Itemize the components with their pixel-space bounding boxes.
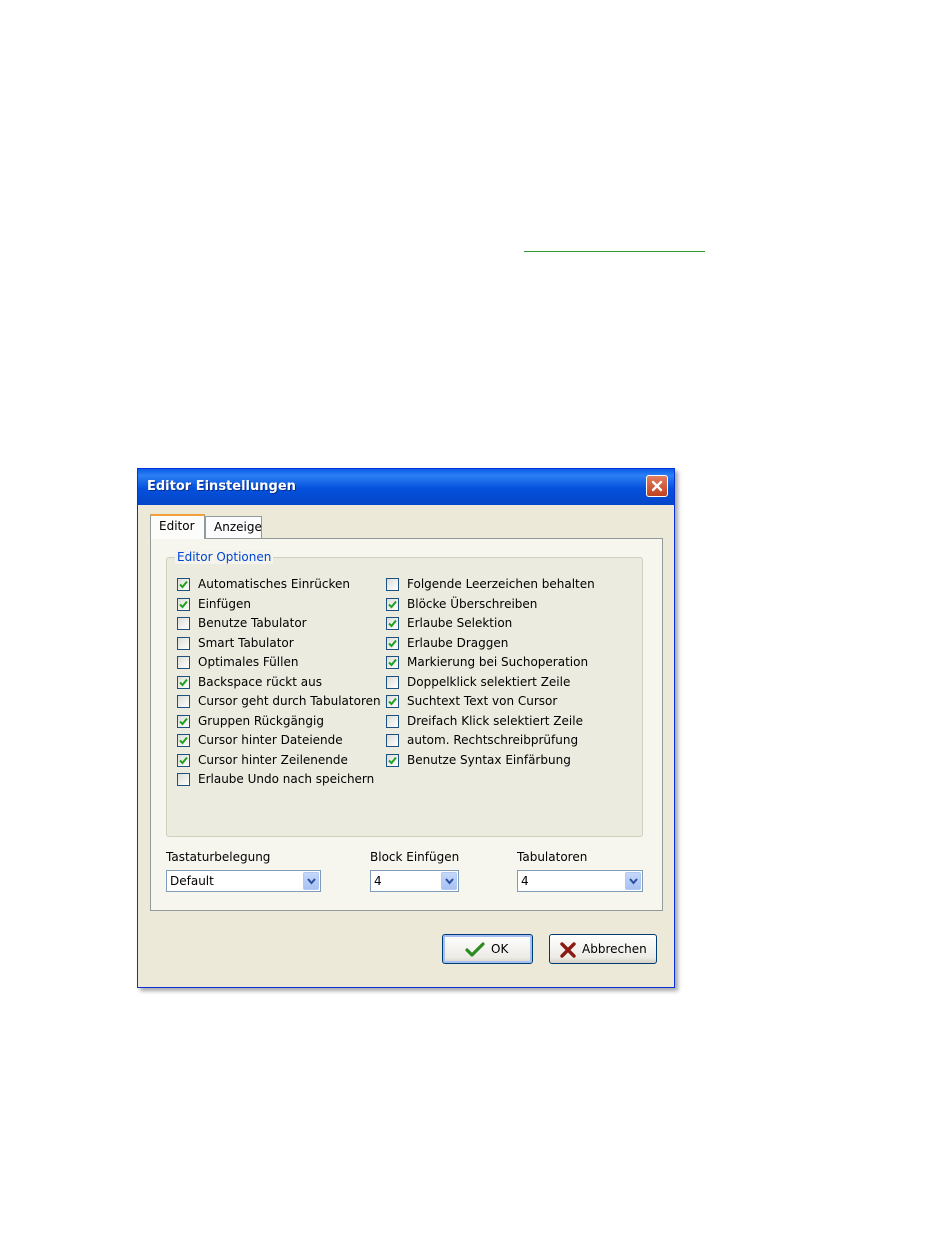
group-title: Editor Optionen (175, 550, 274, 564)
checkbox-unchecked[interactable] (177, 656, 190, 669)
checkbox-checked[interactable] (177, 753, 190, 767)
check-icon (179, 600, 188, 608)
option-label: Erlaube Undo nach speichern (198, 772, 375, 786)
ok-label: OK (491, 942, 509, 956)
keymap-select[interactable]: Default (166, 870, 321, 892)
close-icon (651, 480, 663, 492)
option-label: Folgende Leerzeichen behalten (407, 577, 595, 591)
checkbox-unchecked[interactable] (386, 714, 399, 728)
tabs-width-label: Tabulatoren (517, 850, 588, 864)
chevron-down-icon (445, 878, 454, 885)
checkbox-checked[interactable] (386, 597, 399, 611)
option-label: Smart Tabulator (198, 635, 294, 650)
close-button[interactable] (646, 475, 668, 497)
tabs-width-select[interactable]: 4 (517, 870, 643, 892)
tabs-width-dropdown-button[interactable] (625, 872, 641, 890)
block-indent-value: 4 (374, 874, 382, 888)
check-icon (179, 678, 188, 686)
option-label: Markierung bei Suchoperation (407, 655, 589, 669)
keymap-dropdown-button[interactable] (303, 872, 319, 890)
check-icon (388, 697, 397, 706)
checkbox-unchecked[interactable] (177, 695, 190, 708)
checkbox-checked[interactable] (177, 578, 190, 591)
check-icon (179, 580, 188, 589)
tabs-width-value: 4 (521, 874, 529, 888)
checkbox-checked[interactable] (177, 734, 190, 747)
green-underline-link (524, 251, 705, 252)
option-label: Doppelklick selektiert Zeile (407, 674, 571, 689)
check-icon (388, 600, 397, 608)
option-label: Cursor geht durch Tabulatoren (198, 694, 381, 708)
block-indent-dropdown-button[interactable] (441, 872, 457, 890)
check-icon (179, 717, 188, 725)
tab-anzeige-label: Anzeige (214, 520, 262, 534)
option-label: Benutze Tabulator (198, 616, 307, 630)
option-label: Blöcke Überschreiben (407, 596, 538, 611)
check-icon (388, 658, 397, 667)
check-icon (179, 756, 188, 764)
cancel-label: Abbrechen (582, 942, 647, 956)
checkbox-unchecked[interactable] (386, 675, 399, 689)
block-indent-select[interactable]: 4 (370, 870, 459, 892)
checkbox-checked[interactable] (177, 714, 190, 728)
checkbox-checked[interactable] (386, 636, 399, 650)
red-x-icon (560, 942, 576, 958)
tab-editor-label: Editor (159, 519, 195, 533)
option-label: Automatisches Einrücken (198, 577, 351, 591)
chevron-down-icon (629, 878, 638, 885)
option-label: Erlaube Selektion (407, 616, 513, 630)
checkbox-checked[interactable] (386, 753, 399, 767)
checkbox-unchecked[interactable] (177, 636, 190, 650)
option-label: Backspace rückt aus (198, 674, 322, 689)
title-bar[interactable]: Editor Einstellungen (138, 469, 674, 505)
editor-tab-panel: Editor Optionen Automatisches Einrücken E… (150, 538, 663, 911)
ok-button[interactable]: OK (442, 934, 533, 964)
option-label: Suchtext Text von Cursor (407, 694, 558, 708)
checkmark-icon (465, 942, 485, 957)
editor-settings-dialog: Editor Einstellungen Editor Anzeige Edit… (137, 468, 675, 988)
tab-editor[interactable]: Editor (150, 514, 205, 539)
option-label: Einfügen (198, 596, 251, 611)
option-label: Optimales Füllen (198, 655, 299, 669)
chevron-down-icon (307, 878, 316, 885)
checkbox-checked[interactable] (386, 617, 399, 630)
check-icon (388, 639, 397, 647)
dialog-title: Editor Einstellungen (147, 479, 296, 494)
checkbox-checked[interactable] (386, 656, 399, 669)
tab-anzeige[interactable]: Anzeige (205, 516, 262, 538)
checkbox-unchecked[interactable] (386, 578, 399, 591)
option-label: Erlaube Draggen (407, 635, 509, 650)
check-icon (179, 736, 188, 745)
check-icon (388, 756, 397, 764)
editor-options-group: Editor Optionen Automatisches Einrücken E… (166, 550, 643, 837)
option-label: Dreifach Klick selektiert Zeile (407, 713, 583, 728)
option-label: Cursor hinter Zeilenende (198, 752, 348, 767)
option-label: autom. Rechtschreibprüfung (407, 733, 579, 747)
keymap-value: Default (170, 874, 214, 888)
block-indent-label: Block Einfügen (370, 850, 460, 864)
option-label: Benutze Syntax Einfärbung (407, 752, 571, 767)
checkbox-unchecked[interactable] (386, 734, 399, 747)
option-label: Cursor hinter Dateiende (198, 733, 343, 747)
checkbox-checked[interactable] (177, 597, 190, 611)
checkbox-unchecked[interactable] (177, 773, 190, 786)
cancel-button[interactable]: Abbrechen (549, 934, 657, 964)
check-icon (388, 619, 397, 628)
checkbox-checked[interactable] (177, 675, 190, 689)
option-label: Gruppen Rückgängig (198, 713, 324, 728)
keymap-label: Tastaturbelegung (166, 850, 271, 864)
checkbox-checked[interactable] (386, 695, 399, 708)
checkbox-unchecked[interactable] (177, 617, 190, 630)
